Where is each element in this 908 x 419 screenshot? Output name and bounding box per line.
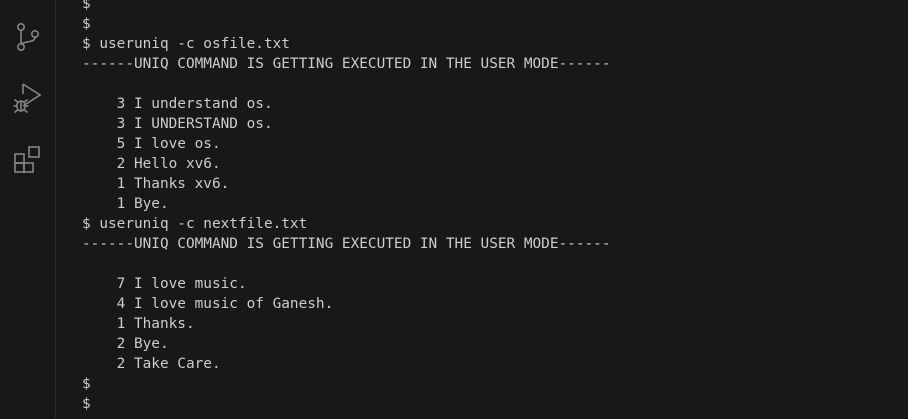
run-and-debug-icon	[13, 83, 42, 114]
terminal-line: $	[82, 0, 91, 12]
extensions-button[interactable]	[6, 138, 50, 182]
terminal-line: 2 Take Care.	[82, 356, 221, 372]
terminal-line: $ useruniq -c nextfile.txt	[82, 216, 308, 232]
terminal-line: 4 I love music of Ganesh.	[82, 296, 334, 312]
run-and-debug-button[interactable]	[6, 76, 50, 120]
terminal-line: 2 Bye.	[82, 336, 169, 352]
terminal-line: 1 Bye.	[82, 196, 169, 212]
terminal-line: 3 I UNDERSTAND os.	[82, 116, 273, 132]
terminal-line: 7 I love music.	[82, 276, 247, 292]
terminal-line: ------UNIQ COMMAND IS GETTING EXECUTED I…	[82, 56, 611, 72]
terminal-line: $ useruniq -c osfile.txt	[82, 36, 290, 52]
terminal-output[interactable]: $ $ $ useruniq -c osfile.txt ------UNIQ …	[82, 0, 908, 419]
extensions-icon	[14, 146, 40, 173]
terminal-line: $	[82, 376, 91, 392]
terminal-line: $	[82, 396, 91, 412]
source-control-button[interactable]	[6, 15, 50, 59]
activity-bar	[0, 0, 56, 419]
terminal-line: 2 Hello xv6.	[82, 156, 221, 172]
terminal-line: 1 Thanks xv6.	[82, 176, 230, 192]
terminal-line: 3 I understand os.	[82, 96, 273, 112]
source-control-icon	[16, 22, 39, 51]
terminal-line: ------UNIQ COMMAND IS GETTING EXECUTED I…	[82, 236, 611, 252]
terminal-line: 5 I love os.	[82, 136, 221, 152]
terminal-line: $	[82, 16, 91, 32]
terminal-line: 1 Thanks.	[82, 316, 195, 332]
